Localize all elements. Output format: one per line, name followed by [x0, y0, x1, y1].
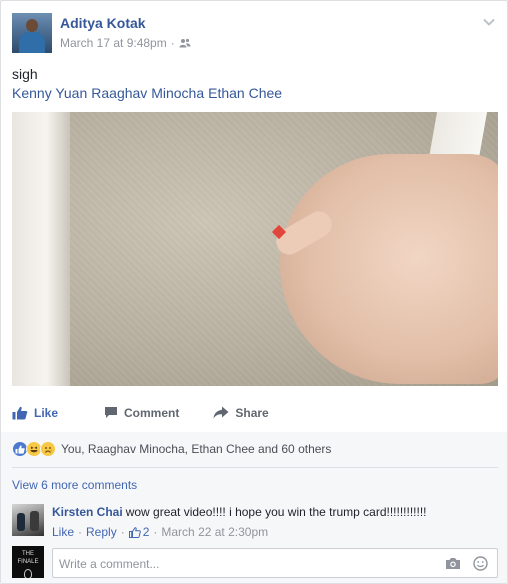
comment-meta: Like · Reply · 2 · March 22 at 2:30pm	[52, 525, 268, 539]
tag-raaghav-minocha[interactable]: Raaghav Minocha	[91, 85, 204, 101]
comment-timestamp[interactable]: March 22 at 2:30pm	[161, 525, 268, 539]
meta-dot: ·	[153, 525, 158, 539]
author-avatar[interactable]	[12, 13, 52, 53]
sad-reaction-icon	[40, 441, 56, 457]
share-label: Share	[235, 405, 269, 420]
avatar-figure-right	[30, 511, 39, 531]
camera-icon[interactable]	[445, 557, 461, 570]
comment-label: Comment	[124, 405, 180, 420]
post-timestamp[interactable]: March 17 at 9:48pm	[60, 36, 167, 50]
meta-dot: ·	[120, 525, 125, 539]
friends-icon[interactable]	[179, 38, 191, 48]
viewer-avatar: THE FINALE	[12, 546, 44, 578]
comment-bubble-icon	[105, 407, 118, 418]
thumbs-up-icon	[12, 406, 28, 419]
chevron-down-icon[interactable]	[482, 15, 496, 29]
commenter-avatar[interactable]	[12, 504, 44, 536]
reply-composer: THE FINALE	[12, 546, 498, 580]
share-arrow-icon	[213, 406, 229, 419]
comment-text: wow great video!!!! i hope you win the t…	[125, 505, 427, 519]
comment-input[interactable]	[59, 557, 419, 571]
tag-kenny-yuan[interactable]: Kenny Yuan	[12, 85, 87, 101]
tagged-people: Kenny Yuan Raaghav Minocha Ethan Chee	[12, 85, 282, 101]
lightbulb-icon	[24, 569, 32, 578]
emoji-icon[interactable]	[473, 556, 488, 571]
comment-button[interactable]: Comment	[104, 406, 179, 420]
thumbs-up-outline-icon	[128, 526, 141, 538]
post-text: sigh	[12, 66, 38, 82]
viewer-avatar-text: THE FINALE	[17, 551, 39, 565]
tag-ethan-chee[interactable]: Ethan Chee	[208, 85, 282, 101]
video-door-frame	[12, 112, 70, 386]
post-meta: March 17 at 9:48pm ·	[60, 36, 191, 50]
comment-item: Kirsten Chai wow great video!!!! i hope y…	[12, 504, 498, 542]
avatar-body	[19, 32, 45, 53]
comment-input-box[interactable]	[52, 548, 498, 578]
like-button[interactable]: Like	[12, 406, 58, 420]
meta-dot: ·	[78, 525, 83, 539]
reactions-text: You, Raaghav Minocha, Ethan Chee and 60 …	[61, 442, 332, 456]
commenter-name[interactable]: Kirsten Chai	[52, 505, 123, 519]
comment-like-link[interactable]: Like	[52, 525, 74, 539]
comment-like-count[interactable]: 2	[128, 525, 150, 539]
post-header: Aditya Kotak March 17 at 9:48pm ·	[12, 13, 498, 55]
like-label: Like	[34, 405, 59, 420]
comment-body: Kirsten Chai wow great video!!!! i hope y…	[52, 505, 427, 519]
post-video[interactable]	[12, 112, 498, 386]
reactions-summary[interactable]: You, Raaghav Minocha, Ethan Chee and 60 …	[12, 439, 331, 459]
post-actions: Like Comment Share	[12, 393, 498, 433]
avatar-figure-left	[17, 513, 25, 531]
meta-separator: ·	[170, 36, 175, 50]
composer-icons	[445, 556, 488, 571]
reactions-divider	[12, 467, 498, 468]
avatar-head	[26, 19, 38, 32]
author-name[interactable]: Aditya Kotak	[60, 15, 146, 31]
like-count-value: 2	[142, 525, 150, 539]
comment-reply-link[interactable]: Reply	[86, 525, 117, 539]
view-more-comments-link[interactable]: View 6 more comments	[12, 478, 137, 492]
share-button[interactable]: Share	[213, 405, 269, 420]
post-card: Aditya Kotak March 17 at 9:48pm · sigh K…	[0, 0, 508, 584]
